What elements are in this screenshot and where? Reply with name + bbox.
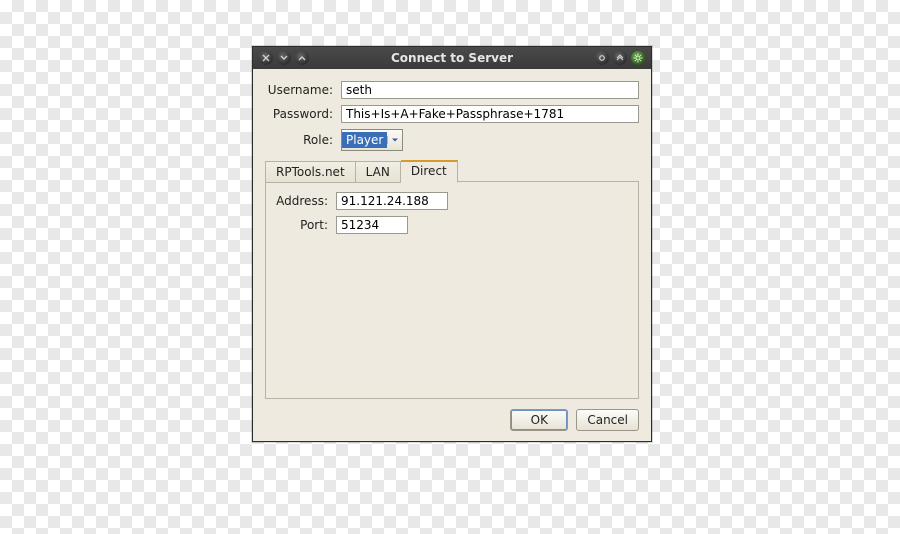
close-icon[interactable] xyxy=(259,51,273,65)
titlebar[interactable]: Connect to Server xyxy=(253,47,651,69)
role-select[interactable]: Player xyxy=(341,129,403,151)
username-label: Username: xyxy=(265,83,333,97)
tab-direct[interactable]: Direct xyxy=(401,160,458,183)
role-select-value: Player xyxy=(342,132,387,148)
window-title: Connect to Server xyxy=(317,51,587,65)
connect-to-server-dialog: Connect to Server Username: Password: Ro… xyxy=(252,46,652,442)
dialog-body: Username: Password: Role: Player RPTools… xyxy=(253,69,651,441)
username-input[interactable] xyxy=(341,81,639,99)
port-label: Port: xyxy=(276,218,328,232)
chevron-down-icon xyxy=(387,136,402,144)
dialog-buttons: OK Cancel xyxy=(265,409,639,431)
password-input[interactable] xyxy=(341,105,639,123)
tabstrip: RPTools.net LAN Direct xyxy=(265,159,639,182)
password-label: Password: xyxy=(265,107,333,121)
ontop-icon[interactable] xyxy=(613,51,627,65)
tab-lan[interactable]: LAN xyxy=(356,161,401,183)
maximize-icon[interactable] xyxy=(295,51,309,65)
address-input[interactable] xyxy=(336,192,448,210)
connection-tabs: RPTools.net LAN Direct Address: Port: xyxy=(265,159,639,399)
tabpanel-direct: Address: Port: xyxy=(265,181,639,399)
settings-icon[interactable] xyxy=(631,51,645,65)
address-label: Address: xyxy=(276,194,328,208)
shade-icon[interactable] xyxy=(595,51,609,65)
ok-button[interactable]: OK xyxy=(510,409,568,431)
tab-rptools-net[interactable]: RPTools.net xyxy=(265,161,356,183)
cancel-button[interactable]: Cancel xyxy=(576,409,639,431)
role-label: Role: xyxy=(265,133,333,147)
port-input[interactable] xyxy=(336,216,408,234)
minimize-icon[interactable] xyxy=(277,51,291,65)
